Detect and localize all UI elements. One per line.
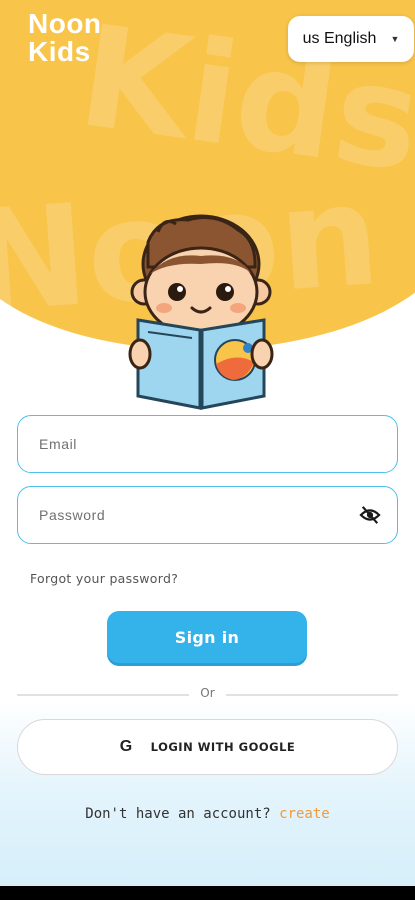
- system-nav-bar: [0, 886, 415, 900]
- google-login-button[interactable]: G LOGIN WITH GOOGLE: [17, 719, 398, 775]
- or-divider: Or: [17, 686, 398, 704]
- app-logo: Noon Kids: [28, 10, 102, 66]
- eye-off-icon[interactable]: [359, 505, 381, 525]
- boy-reading-illustration: [128, 214, 274, 410]
- logo-line-1: Noon: [28, 8, 102, 39]
- email-field[interactable]: [17, 415, 398, 473]
- google-login-label: LOGIN WITH GOOGLE: [150, 740, 296, 754]
- logo-line-2: Kids: [28, 36, 91, 67]
- language-selector[interactable]: us English ▼: [288, 16, 414, 62]
- password-input[interactable]: [39, 507, 339, 523]
- email-input[interactable]: [39, 436, 339, 452]
- create-account-link[interactable]: create: [279, 806, 330, 822]
- caret-down-icon: ▼: [390, 34, 400, 44]
- divider-line-left: [17, 694, 189, 696]
- signup-prompt: Don't have an account? create: [0, 806, 415, 822]
- login-screen: Kids Noon Noon Kids us English ▼: [0, 0, 415, 900]
- sign-in-button[interactable]: Sign in: [107, 611, 307, 663]
- divider-label: Or: [200, 686, 215, 700]
- password-field[interactable]: [17, 486, 398, 544]
- divider-line-right: [226, 694, 398, 696]
- forgot-password-link[interactable]: Forgot your password?: [30, 571, 178, 586]
- signup-prompt-text: Don't have an account?: [85, 806, 271, 822]
- google-icon: G: [119, 738, 133, 755]
- language-label: us English: [302, 30, 377, 47]
